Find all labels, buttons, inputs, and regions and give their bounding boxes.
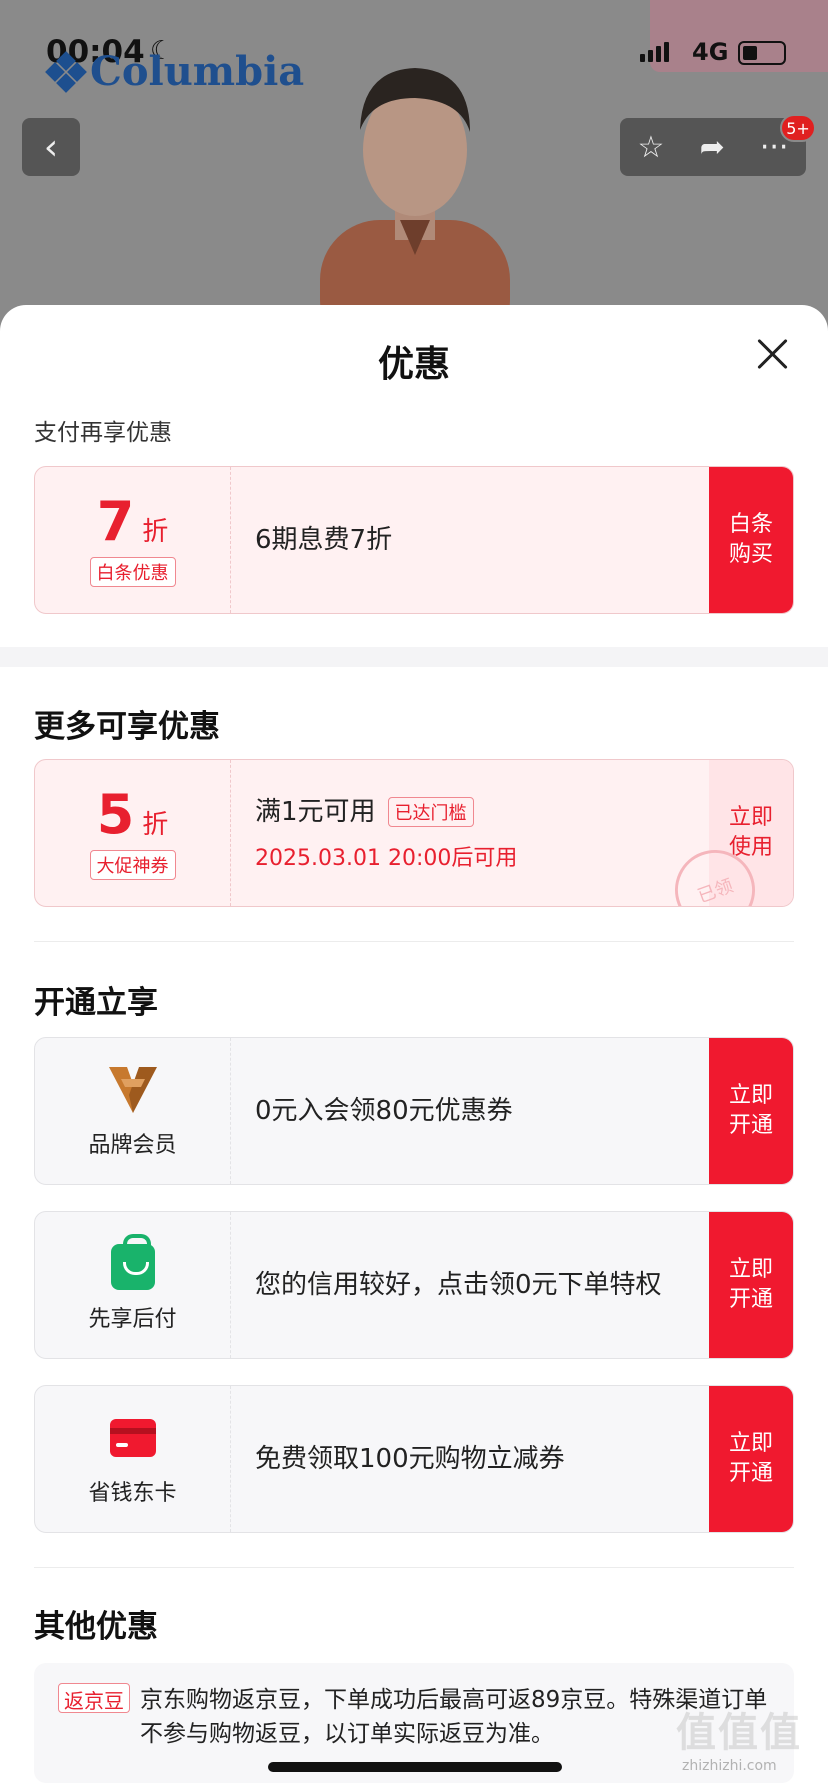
discount-unit: 折 [142,810,169,840]
coupon-valid-time: 2025.03.01 20:00后可用 [255,846,518,871]
coupon-threshold: 满1元可用 [255,797,376,827]
button-label: 立即开通 [728,1257,773,1312]
benefit-name: 先享后付 [88,1307,177,1332]
close-icon[interactable] [755,337,789,371]
chevron-left-icon: ‹ [43,126,59,168]
share-icon[interactable]: ➦ [700,130,725,165]
section-divider [0,647,828,667]
section-divider [34,941,794,942]
baitiao-coupon-card: 7 折 白条优惠 6期息费7折 白条购买 [34,466,794,614]
other-section-title: 其他优惠 [34,1609,158,1645]
shopping-bag-icon [106,1234,160,1291]
columbia-mark-icon [45,50,87,93]
back-button[interactable]: ‹ [22,118,80,176]
open-now-button[interactable]: 立即开通 [709,1386,793,1532]
jingdou-tag: 返京豆 [58,1683,130,1713]
benefit-description: 0元入会领80元优惠券 [255,1096,513,1126]
discount-value: 5 [96,783,135,846]
pay-section-title: 支付再享优惠 [34,420,172,446]
benefit-description: 您的信用较好，点击领0元下单特权 [255,1270,662,1300]
open-now-button[interactable]: 立即开通 [709,1212,793,1358]
home-indicator [268,1762,562,1772]
discount-unit: 折 [142,517,169,547]
top-actions: ☆ ➦ ··· [620,118,806,176]
coupon-tag: 大促神券 [89,850,176,880]
button-label: 立即开通 [728,1431,773,1486]
promo-coupon-card: 5 折 大促神券 满1元可用 已达门槛 2025.03.01 20:00后可用 … [34,759,794,907]
pay-later-card: 先享后付 您的信用较好，点击领0元下单特权 立即开通 [34,1211,794,1359]
battery-icon [738,41,786,65]
more-section-title: 更多可享优惠 [34,709,220,745]
watermark-url: zhizhizhi.com [682,1758,777,1774]
button-label: 白条购买 [728,512,773,567]
section-divider [34,1567,794,1568]
signal-icon [640,42,669,62]
discount-sheet: 优惠 支付再享优惠 7 折 白条优惠 6期息费7折 白条购买 更多可享优惠 5 … [0,305,828,1792]
sheet-title: 优惠 [377,344,450,385]
coupon-description: 6期息费7折 [255,525,393,555]
benefit-description: 免费领取100元购物立减券 [255,1444,565,1474]
brand-member-card: 品牌会员 0元入会领80元优惠券 立即开通 [34,1037,794,1185]
brand-logo: Columbia [45,48,305,95]
baitiao-buy-button[interactable]: 白条购买 [709,467,793,613]
open-section-title: 开通立享 [34,985,158,1021]
brand-member-icon [106,1063,160,1117]
savings-card-card: 省钱东卡 免费领取100元购物立减券 立即开通 [34,1385,794,1533]
coupon-value-area: 5 折 大促神券 [35,760,231,906]
network-type: 4G [692,38,729,66]
brand-name: Columbia [90,48,305,95]
open-now-button[interactable]: 立即开通 [709,1038,793,1184]
threshold-status-badge: 已达门槛 [387,797,474,827]
discount-value: 7 [96,490,135,553]
benefit-name: 省钱东卡 [88,1481,177,1506]
coupon-value-area: 7 折 白条优惠 [35,467,231,613]
benefit-name: 品牌会员 [88,1133,177,1158]
product-page-background: 00:04 ☾ 4G Columbia ‹ ☆ ➦ ··· 5+ [0,0,828,330]
button-label: 立即开通 [728,1083,773,1138]
star-icon[interactable]: ☆ [638,130,665,165]
coupon-tag: 白条优惠 [89,557,176,587]
card-icon [106,1411,160,1465]
message-badge: 5+ [780,114,816,142]
watermark-mark: 值值值 [676,1710,802,1756]
